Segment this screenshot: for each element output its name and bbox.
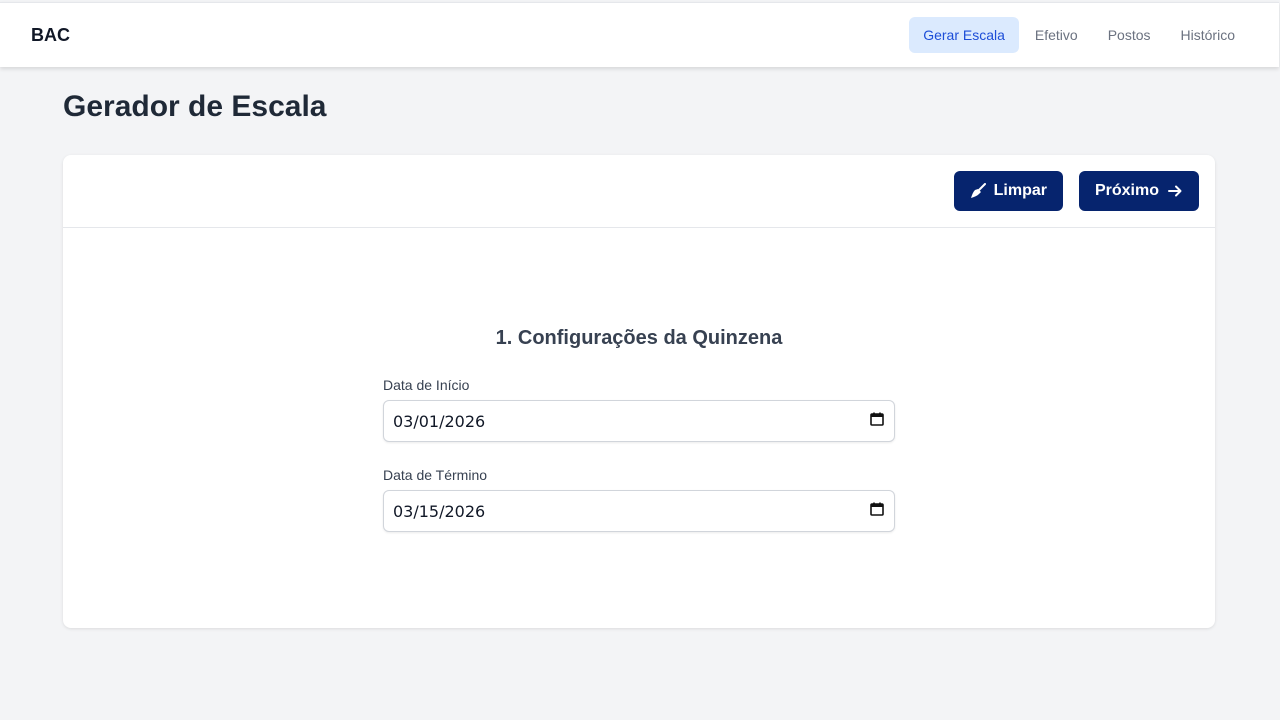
- nav-item-gerar-escala[interactable]: Gerar Escala: [909, 17, 1019, 53]
- start-date-input[interactable]: 03/01/2026: [383, 400, 895, 442]
- card-toolbar: Limpar Próximo: [63, 155, 1215, 228]
- end-date-label: Data de Término: [383, 467, 488, 483]
- top-navbar: BAC Gerar Escala Efetivo Postos Históric…: [0, 2, 1279, 67]
- nav-item-efetivo[interactable]: Efetivo: [1021, 17, 1092, 53]
- start-date-label: Data de Início: [383, 377, 470, 393]
- start-date-value[interactable]: 03/01/2026: [393, 412, 485, 431]
- schedule-card: Limpar Próximo 1. Configurações da Quinz…: [63, 155, 1215, 628]
- start-date-field: Data de Início 03/01/2026: [383, 377, 895, 442]
- end-date-value[interactable]: 03/15/2026: [393, 502, 485, 521]
- page-title: Gerador de Escala: [63, 90, 327, 123]
- calendar-icon[interactable]: [869, 411, 885, 432]
- calendar-icon[interactable]: [869, 501, 885, 522]
- main-nav: Gerar Escala Efetivo Postos Histórico: [907, 17, 1249, 53]
- section-title: 1. Configurações da Quinzena: [495, 327, 783, 349]
- clear-button[interactable]: Limpar: [953, 171, 1063, 211]
- end-date-field: Data de Término 03/15/2026: [383, 467, 895, 532]
- arrow-right-icon: [1167, 183, 1183, 199]
- brand-logo[interactable]: BAC: [31, 25, 70, 46]
- next-button[interactable]: Próximo: [1078, 171, 1199, 211]
- clear-button-label: Limpar: [993, 182, 1047, 199]
- broom-icon: [970, 183, 986, 199]
- end-date-input[interactable]: 03/15/2026: [383, 490, 895, 532]
- next-button-label: Próximo: [1094, 182, 1159, 199]
- nav-item-historico[interactable]: Histórico: [1167, 17, 1249, 53]
- nav-item-postos[interactable]: Postos: [1094, 17, 1165, 53]
